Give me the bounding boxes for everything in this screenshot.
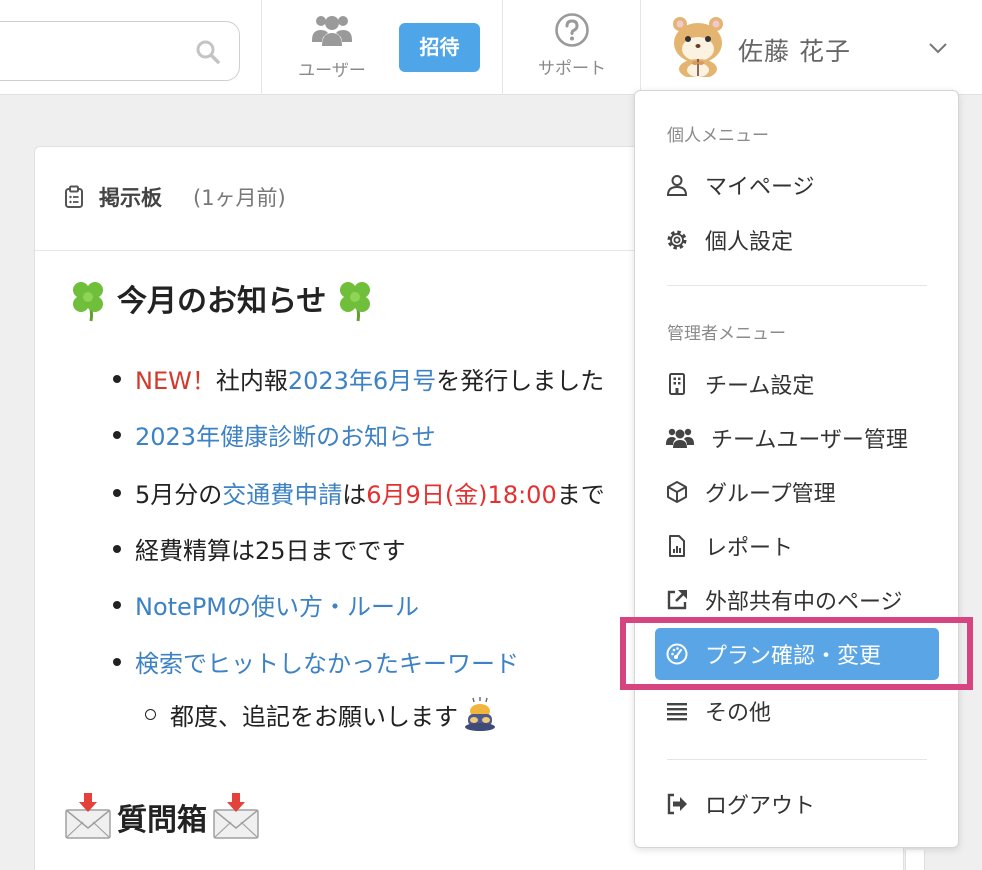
envelope-inbox-icon [65, 793, 111, 839]
menu-item-logout[interactable]: ログアウト [655, 778, 939, 830]
users-icon [666, 428, 694, 448]
user-dropdown-menu: 個人メニュー マイページ 個人設定 管理者メニュー チーム設定 チームユーザー管… [634, 90, 959, 848]
logout-icon [667, 793, 687, 815]
card-title: 掲示板 [99, 186, 162, 210]
report-file-icon [669, 535, 685, 557]
list-item: 5月分の 交通費申請 は 6月9日(金)18:00 まで [113, 475, 605, 510]
menu-item-group-mgmt[interactable]: グループ管理 [655, 466, 939, 518]
bowing-person-icon [465, 697, 495, 731]
search-input[interactable] [0, 21, 240, 81]
clover-icon [340, 282, 371, 322]
list-item: 検索でヒットしなかったキーワード [113, 644, 519, 679]
list-item: NEW！ 社内報 2023年6月号 を発行しました [113, 361, 604, 396]
support-nav-label: サポート [538, 59, 606, 79]
header-divider [640, 0, 641, 95]
users-nav-button[interactable]: ユーザー [283, 10, 381, 82]
invite-button[interactable]: 招待 [399, 23, 480, 72]
deadline-text: 6月9日(金)18:00 [366, 481, 557, 509]
highlight-annotation [620, 617, 973, 690]
support-nav-button[interactable]: サポート [523, 12, 621, 84]
transport-expense-link[interactable]: 交通費申請 [222, 475, 342, 510]
menu-item-team-users[interactable]: チームユーザー管理 [655, 412, 939, 464]
clipboard-icon [65, 185, 83, 208]
menu-item-mypage[interactable]: マイページ [655, 159, 939, 211]
menu-item-report[interactable]: レポート [655, 520, 939, 572]
list-item: 2023年健康診断のお知らせ [113, 417, 436, 452]
section-title-text: 今月のお知らせ [117, 284, 327, 319]
gear-icon [667, 230, 687, 250]
keywords-link[interactable]: 検索でヒットしなかったキーワード [135, 644, 519, 679]
menu-item-personal-settings[interactable]: 個人設定 [655, 214, 939, 266]
chevron-down-icon[interactable] [928, 42, 948, 54]
header-divider [502, 0, 503, 95]
menu-item-team-settings[interactable]: チーム設定 [655, 358, 939, 410]
new-badge: NEW！ [135, 367, 216, 395]
list-icon [667, 703, 687, 721]
menu-section-header: 個人メニュー [667, 126, 769, 146]
header-divider [261, 0, 262, 95]
building-icon [669, 373, 685, 395]
users-nav-label: ユーザー [298, 61, 366, 81]
users-icon [312, 16, 352, 46]
list-item: 経費精算は25日までです [113, 531, 406, 566]
list-item: NotePMの使い方・ルール [113, 587, 419, 622]
sub-list-item: 都度、追記をお願いします [145, 696, 498, 732]
envelope-inbox-icon [213, 793, 259, 839]
section-title-questions: 質問箱 [63, 792, 261, 842]
user-icon [666, 175, 688, 196]
cube-icon [667, 481, 687, 503]
user-avatar[interactable] [668, 15, 728, 77]
section-title-text: 質問箱 [117, 803, 207, 838]
clover-icon [73, 282, 103, 322]
external-link-icon [667, 590, 687, 610]
card-timestamp: (1ヶ月前) [193, 186, 286, 210]
menu-divider [667, 285, 927, 286]
section-title-news: 今月のお知らせ [63, 273, 380, 323]
top-header: ユーザー 招待 サポート 佐藤 花子 [0, 0, 982, 95]
notepm-rules-link[interactable]: NotePMの使い方・ルール [135, 587, 419, 622]
user-name[interactable]: 佐藤 花子 [738, 32, 851, 68]
scrollbar[interactable] [905, 850, 925, 870]
search-icon[interactable] [195, 39, 221, 65]
newsletter-link[interactable]: 2023年6月号 [288, 361, 436, 396]
menu-divider [667, 759, 927, 760]
help-circle-icon [555, 13, 589, 47]
menu-item-other[interactable]: その他 [655, 685, 939, 737]
health-check-link[interactable]: 2023年健康診断のお知らせ [135, 417, 436, 452]
menu-section-header: 管理者メニュー [667, 324, 786, 344]
